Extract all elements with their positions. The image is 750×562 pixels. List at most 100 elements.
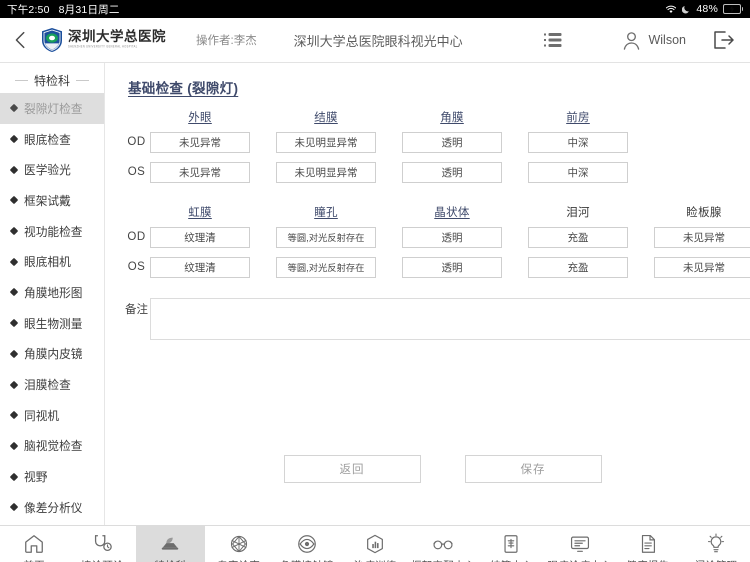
- column-header-link[interactable]: 瞳孔: [314, 204, 338, 220]
- sidebar-item-8[interactable]: 角膜内皮镜: [0, 339, 104, 370]
- sidebar-item-11[interactable]: 脑视觉检查: [0, 431, 104, 462]
- tab-label: 结算中心: [490, 558, 533, 562]
- tab-5[interactable]: 治疗训练: [341, 526, 409, 562]
- exam-value-field[interactable]: 未见异常: [150, 161, 250, 183]
- content-area: 特检科 裂隙灯检查 眼底检查 医学验光框架试戴视功能检查眼底相机 角膜地形图 眼生物测量…: [0, 63, 750, 525]
- diamond-bullet-icon: [9, 472, 19, 481]
- tab-7[interactable]: 结算中心: [477, 526, 545, 562]
- sidebar-item-1[interactable]: 眼底检查: [0, 124, 104, 155]
- exam-value-field[interactable]: 中深: [528, 161, 628, 183]
- tab-10[interactable]: 门诊管理: [682, 526, 750, 562]
- sidebar-item-9[interactable]: 泪膜检查: [0, 369, 104, 400]
- exam-value-field[interactable]: 充盈: [528, 256, 628, 278]
- bottom-tab-bar: 首页 接诊预诊 特检科 专家诊室 角膜接触镜 治疗训练 框架定配中心 结算中心 眼病诊疗中心 健康…: [0, 525, 750, 562]
- tab-2[interactable]: 特检科: [136, 526, 205, 562]
- back-button[interactable]: 返回: [283, 455, 421, 483]
- column-header-link[interactable]: 结膜: [314, 109, 338, 125]
- user-menu[interactable]: Wilson: [621, 30, 686, 51]
- exam-value-field[interactable]: 未见异常: [654, 256, 750, 278]
- exam-value-field[interactable]: 等圆,对光反射存在: [276, 256, 376, 278]
- diamond-bullet-icon: [9, 134, 19, 144]
- tab-1[interactable]: 接诊预诊: [68, 526, 136, 562]
- tab-4[interactable]: 角膜接触镜: [273, 526, 341, 562]
- exam-value-field[interactable]: 未见明显异常: [276, 161, 376, 183]
- sidebar-item-6[interactable]: 角膜地形图: [0, 277, 104, 308]
- exam-value-field[interactable]: 透明: [402, 161, 502, 183]
- exam-row-od: OD 纹理清 等圆,对光反射存在 透明 充盈 未见异常: [123, 222, 750, 252]
- sidebar-item-12[interactable]: 视野: [0, 461, 104, 492]
- sidebar-title-label: 特检科: [33, 73, 70, 88]
- sidebar-item-label: 框架试戴: [24, 194, 71, 208]
- exam-cell: 透明: [402, 161, 502, 183]
- exam-value-field[interactable]: 未见异常: [654, 226, 750, 248]
- tab-label: 框架定配中心: [411, 558, 475, 562]
- exam-cell: 未见异常: [654, 226, 750, 248]
- list-menu-icon[interactable]: [541, 29, 567, 51]
- column-header-text: 睑板腺: [686, 207, 722, 219]
- sidebar: 特检科 裂隙灯检查 眼底检查 医学验光框架试戴视功能检查眼底相机 角膜地形图 眼生物测量…: [0, 63, 105, 525]
- column-header-link[interactable]: 虹膜: [188, 204, 212, 220]
- exam-value-field[interactable]: 未见明显异常: [276, 131, 376, 153]
- sidebar-item-7[interactable]: 眼生物测量: [0, 308, 104, 339]
- hexagon-chart-icon: [367, 534, 383, 554]
- column-header-link[interactable]: 角膜: [440, 109, 464, 125]
- exam-group-1: 外眼 结膜 角膜 前房 OD 未见异常 未见明显异常 透明 中深 OS 未见异常 未见明显异常 透明 中深: [123, 107, 750, 187]
- monitor-icon: [570, 536, 589, 552]
- column-header-row: 虹膜 瞳孔 晶状体 泪河 睑板腺: [123, 202, 750, 222]
- notes-label: 备注: [125, 304, 148, 316]
- diamond-bullet-icon: [9, 104, 19, 113]
- back-chevron-icon[interactable]: [10, 29, 32, 51]
- tab-0[interactable]: 首页: [0, 526, 68, 562]
- sidebar-item-5[interactable]: 眼底相机: [0, 246, 104, 277]
- exam-cell: 充盈: [528, 226, 628, 248]
- sidebar-item-label: 视功能检查: [24, 225, 83, 239]
- exam-value-field[interactable]: 纹理清: [150, 226, 250, 248]
- exam-value-field[interactable]: 充盈: [528, 226, 628, 248]
- exam-value-field[interactable]: 中深: [528, 131, 628, 153]
- tab-label: 首页: [23, 558, 44, 562]
- status-right: 48%: [665, 3, 743, 15]
- sidebar-item-2[interactable]: 医学验光: [0, 154, 104, 185]
- sidebar-item-13[interactable]: 像差分析仪: [0, 492, 104, 523]
- column-header-cell: 外眼: [150, 109, 250, 125]
- sidebar-title: 特检科: [0, 67, 104, 93]
- tab-8[interactable]: 眼病诊疗中心: [546, 526, 614, 562]
- column-header-text: 泪河: [566, 207, 590, 219]
- sidebar-item-4[interactable]: 视功能检查: [0, 216, 104, 247]
- exam-value-field[interactable]: 纹理清: [150, 256, 250, 278]
- column-header-link[interactable]: 前房: [566, 109, 590, 125]
- operator-label: 操作者:李杰: [196, 35, 257, 47]
- sidebar-item-label: 泪膜检查: [24, 379, 71, 393]
- sidebar-item-10[interactable]: 同视机: [0, 400, 104, 431]
- exam-cell: 中深: [528, 131, 628, 153]
- tab-6[interactable]: 框架定配中心: [409, 526, 477, 562]
- exam-value-field[interactable]: 透明: [402, 256, 502, 278]
- sidebar-item-3[interactable]: 框架试戴: [0, 185, 104, 216]
- action-buttons: 返回 保存: [105, 455, 750, 483]
- column-header-cell: 前房: [528, 109, 628, 125]
- column-header-cell: 角膜: [402, 109, 502, 125]
- tab-9[interactable]: 健康报告: [614, 526, 682, 562]
- column-header-cell: 瞳孔: [276, 204, 376, 220]
- tab-3[interactable]: 专家诊室: [205, 526, 273, 562]
- exam-value-field[interactable]: 等圆,对光反射存在: [276, 226, 376, 248]
- logout-icon[interactable]: [712, 30, 736, 50]
- column-header-link[interactable]: 外眼: [188, 109, 212, 125]
- exam-cell: 纹理清: [150, 256, 250, 278]
- notes-input[interactable]: [150, 298, 750, 340]
- sidebar-item-label: 角膜内皮镜: [24, 348, 83, 362]
- user-name: Wilson: [648, 33, 686, 47]
- tab-label: 眼病诊疗中心: [547, 558, 611, 562]
- status-left: 下午2:50 8月31日周二: [7, 2, 120, 17]
- exam-value-field[interactable]: 透明: [402, 226, 502, 248]
- diamond-bullet-icon: [9, 318, 19, 328]
- column-header-link[interactable]: 晶状体: [434, 204, 469, 220]
- tab-label: 特检科: [154, 558, 186, 562]
- exam-value-field[interactable]: 透明: [402, 131, 502, 153]
- exam-value-field[interactable]: 未见异常: [150, 131, 250, 153]
- wifi-icon: [666, 5, 677, 13]
- sidebar-item-0[interactable]: 裂隙灯检查: [0, 93, 104, 124]
- save-button[interactable]: 保存: [464, 455, 602, 483]
- exam-cell: 透明: [402, 131, 502, 153]
- exam-cell: 等圆,对光反射存在: [276, 256, 376, 278]
